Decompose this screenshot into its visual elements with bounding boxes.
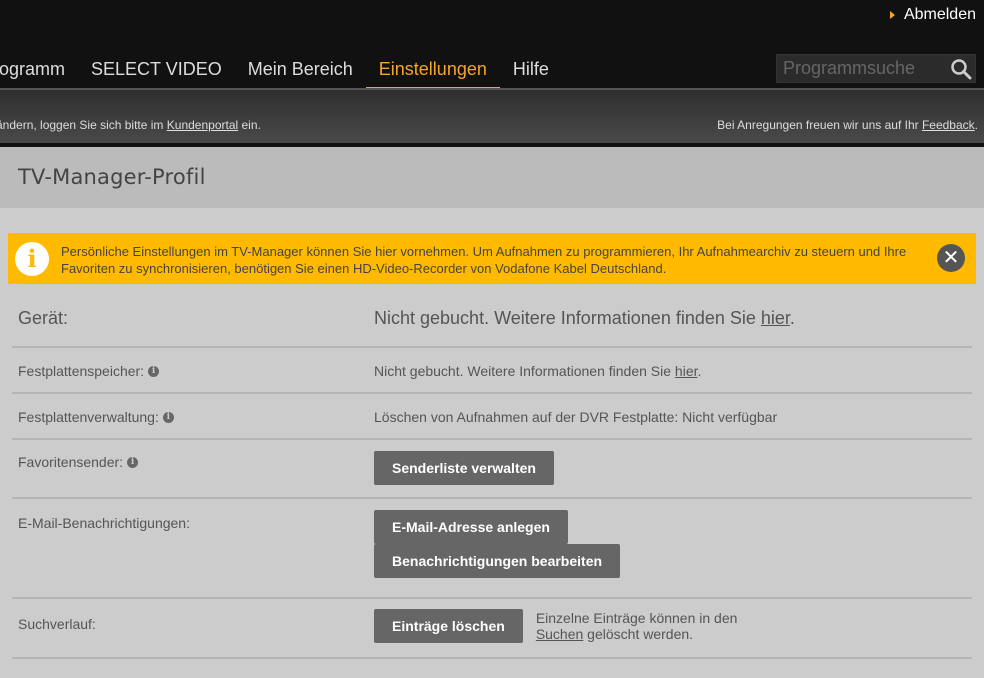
festplattenspeicher-value-text: Nicht gebucht. Weitere Informationen fin… bbox=[374, 363, 675, 379]
geraet-hier-link[interactable]: hier bbox=[761, 308, 790, 328]
title-bar: TV-Manager-Profil bbox=[0, 147, 984, 208]
settings-table: Gerät: Nicht gebucht. Weitere Informatio… bbox=[12, 296, 972, 659]
favoritensender-label-wrap: Favoritensender: i bbox=[18, 454, 139, 470]
close-icon[interactable]: ✕ bbox=[937, 244, 965, 272]
search-icon[interactable] bbox=[950, 58, 972, 80]
logout-link[interactable]: Abmelden bbox=[889, 6, 976, 24]
search-box bbox=[776, 54, 976, 83]
subbar-right-suffix: . bbox=[974, 118, 978, 132]
notice-text: Persönliche Einstellungen im TV-Manager … bbox=[61, 244, 907, 276]
subbar-left-suffix: ein. bbox=[238, 118, 261, 132]
nav-item-hilfe[interactable]: Hilfe bbox=[500, 58, 562, 89]
info-notice: i Persönliche Einstellungen im TV-Manage… bbox=[8, 233, 976, 284]
festplattenspeicher-label-wrap: Festplattenspeicher: i bbox=[18, 363, 160, 379]
subbar-right-text: Bei Anregungen freuen wir uns auf Ihr Fe… bbox=[717, 118, 978, 132]
page-title: TV-Manager-Profil bbox=[18, 165, 206, 189]
nav-item-einstellungen-label: Einstellungen bbox=[378, 59, 487, 79]
logout-label: Abmelden bbox=[903, 6, 976, 23]
suchverlauf-hint: Einzelne Einträge können in den Suchen g… bbox=[536, 610, 738, 642]
festplattenspeicher-label: Festplattenspeicher: bbox=[18, 363, 145, 379]
nav-item-mein-bereich[interactable]: Mein Bereich bbox=[235, 58, 366, 89]
geraet-value-text: Nicht gebucht. Weitere Informationen fin… bbox=[374, 308, 761, 328]
festplattenverwaltung-label: Festplattenverwaltung: bbox=[18, 409, 159, 425]
suchen-link[interactable]: Suchen bbox=[536, 626, 583, 642]
info-icon[interactable]: i bbox=[127, 456, 139, 468]
main-nav: ogramm SELECT VIDEO Mein Bereich Einstel… bbox=[0, 58, 562, 99]
favoritensender-value: Senderliste verwalten bbox=[374, 451, 554, 485]
row-suchverlauf: Suchverlauf: Einträge löschen Einzelne E… bbox=[12, 599, 972, 659]
festplattenverwaltung-value: Löschen von Aufnahmen auf der DVR Festpl… bbox=[374, 409, 778, 425]
kundenportal-link[interactable]: Kundenportal bbox=[167, 118, 238, 132]
row-festplattenspeicher: Festplattenspeicher: i Nicht gebucht. Wei… bbox=[12, 348, 972, 394]
senderliste-verwalten-button[interactable]: Senderliste verwalten bbox=[374, 451, 554, 485]
geraet-suffix: . bbox=[789, 308, 795, 328]
benachrichtigungen-bearbeiten-button[interactable]: Benachrichtigungen bearbeiten bbox=[374, 544, 621, 578]
email-adresse-anlegen-button[interactable]: E-Mail-Adresse anlegen bbox=[374, 510, 568, 544]
email-label: E-Mail-Benachrichtigungen: bbox=[18, 515, 190, 531]
suchverlauf-hint-suffix: gelöscht werden. bbox=[583, 626, 694, 642]
info-icon[interactable]: i bbox=[162, 411, 174, 423]
festplattenverwaltung-label-wrap: Festplattenverwaltung: i bbox=[18, 409, 174, 425]
festplattenspeicher-suffix: . bbox=[697, 363, 702, 379]
info-subbar: ändern, loggen Sie sich bitte im Kundenp… bbox=[0, 90, 984, 143]
row-geraet: Gerät: Nicht gebucht. Weitere Informatio… bbox=[12, 296, 972, 348]
suchverlauf-value: Einträge löschen Einzelne Einträge könne… bbox=[374, 609, 737, 643]
site-header: Abmelden ogramm SELECT VIDEO Mein Bereic… bbox=[0, 0, 984, 147]
nav-item-programm[interactable]: ogramm bbox=[0, 58, 78, 89]
nav-item-select-video[interactable]: SELECT VIDEO bbox=[78, 58, 235, 89]
row-email-benachrichtigungen: E-Mail-Benachrichtigungen: E-Mail-Adress… bbox=[12, 499, 972, 599]
email-value: E-Mail-Adresse anlegen Benachrichtigunge… bbox=[374, 510, 621, 578]
row-festplattenverwaltung: Festplattenverwaltung: i Löschen von Aufn… bbox=[12, 394, 972, 440]
nav-item-einstellungen[interactable]: Einstellungen bbox=[365, 58, 500, 99]
festplattenspeicher-value: Nicht gebucht. Weitere Informationen fin… bbox=[374, 363, 701, 379]
eintraege-loeschen-button[interactable]: Einträge löschen bbox=[374, 609, 523, 643]
feedback-link[interactable]: Feedback bbox=[922, 118, 975, 132]
search-input[interactable] bbox=[777, 55, 942, 82]
subbar-left-text: ändern, loggen Sie sich bitte im Kundenp… bbox=[0, 118, 261, 132]
info-icon: i bbox=[15, 242, 49, 276]
suchverlauf-hint-line1: Einzelne Einträge können in den bbox=[535, 610, 738, 626]
subbar-left-prefix: ändern, loggen Sie sich bitte im bbox=[0, 118, 167, 132]
geraet-label: Gerät: bbox=[18, 308, 69, 328]
info-icon[interactable]: i bbox=[148, 365, 160, 377]
arrow-right-icon bbox=[889, 11, 895, 19]
row-favoritensender: Favoritensender: i Senderliste verwalten bbox=[12, 440, 972, 499]
suchverlauf-label: Suchverlauf: bbox=[18, 616, 96, 632]
subbar-right-prefix: Bei Anregungen freuen wir uns auf Ihr bbox=[717, 118, 922, 132]
favoritensender-label: Favoritensender: bbox=[18, 454, 124, 470]
geraet-value: Nicht gebucht. Weitere Informationen fin… bbox=[374, 308, 795, 329]
festplattenspeicher-hier-link[interactable]: hier bbox=[675, 363, 698, 379]
